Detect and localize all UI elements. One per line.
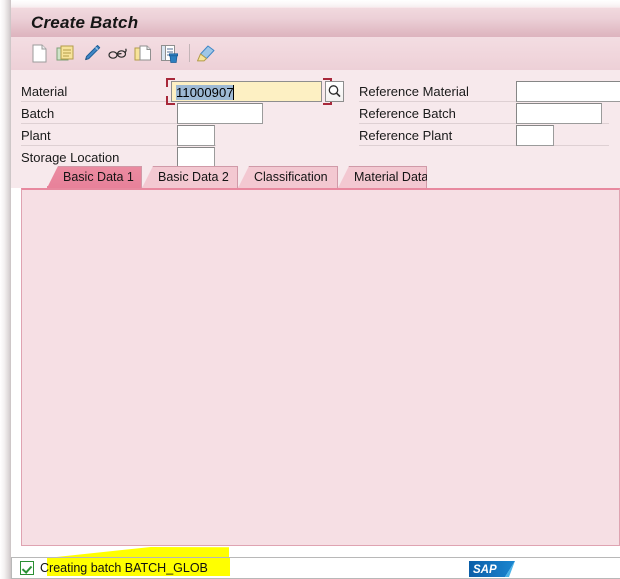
tab-label: Material Data [354,170,429,184]
reference-batch-input[interactable] [516,103,602,124]
plant-input[interactable] [177,125,215,146]
window-top-edge [0,0,620,7]
toolbar-separator [189,44,190,62]
tab-strip: Basic Data 1 Basic Data 2 Classification… [11,166,620,188]
label-storage-location: Storage Location [21,150,120,165]
label-reference-batch: Reference Batch [359,106,456,121]
page-title: Create Batch [31,13,139,32]
tab-content-panel [21,188,620,546]
label-plant: Plant [21,128,51,143]
storage-location-input[interactable] [177,147,215,168]
label-material: Material [21,84,68,99]
batch-input[interactable] [177,103,263,124]
tab-label: Basic Data 2 [158,170,229,184]
tab-basic-data-1[interactable]: Basic Data 1 [47,166,142,188]
new-page-icon[interactable] [133,43,154,64]
material-input-value: 11000907 [176,85,234,100]
reference-plant-input[interactable] [516,125,554,146]
tab-label: Classification [254,170,328,184]
text-cursor [233,85,234,100]
reference-material-input[interactable] [516,81,620,102]
display-glasses-icon[interactable] [107,43,128,64]
success-check-icon [20,561,34,575]
tab-basic-data-2[interactable]: Basic Data 2 [142,166,238,188]
material-input[interactable]: 11000907 [171,81,322,102]
material-search-help-button[interactable] [325,81,344,102]
label-reference-plant: Reference Plant [359,128,453,143]
status-bar: Creating batch BATCH_GLOB SAP [11,557,620,579]
eraser-icon[interactable] [196,43,217,64]
svg-text:SAP: SAP [473,564,497,576]
label-reference-material: Reference Material [359,84,469,99]
title-bar: Create Batch [11,7,620,38]
label-underline [359,145,609,146]
status-resize-arrow-icon[interactable] [613,562,620,574]
tab-material-data[interactable]: Material Data [338,166,427,188]
sap-logo: SAP [469,561,515,577]
label-batch: Batch [21,106,55,121]
delete-list-icon[interactable] [159,43,180,64]
window-left-edge [0,0,11,579]
new-document-icon[interactable] [29,43,50,64]
toolbar [11,37,620,71]
tab-label: Basic Data 1 [63,170,134,184]
tab-classification[interactable]: Classification [238,166,338,188]
sap-create-batch-screen: Create Batch Material Batch Plant Storag… [0,0,620,579]
edit-pencil-icon[interactable] [81,43,102,64]
copy-reference-icon[interactable] [55,43,76,64]
status-message: Creating batch BATCH_GLOB [40,561,208,575]
form-area: Material Batch Plant Storage Location 11… [11,70,620,168]
